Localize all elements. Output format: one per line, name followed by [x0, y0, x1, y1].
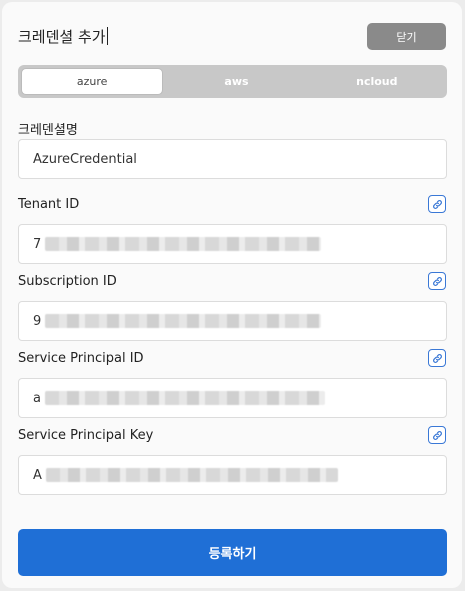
tab-ncloud[interactable]: ncloud [307, 65, 447, 98]
subscription-id-field[interactable]: 9 [18, 301, 447, 341]
page-title-text: 크레덴셜 추가 [18, 28, 106, 46]
tab-azure[interactable]: azure [21, 68, 164, 95]
text-caret [106, 27, 108, 45]
submit-button[interactable]: 등록하기 [18, 529, 447, 576]
tab-aws[interactable]: aws [166, 65, 306, 98]
subscription-id-link-icon[interactable] [428, 272, 446, 290]
subscription-id-label: Subscription ID [18, 274, 117, 289]
service-principal-key-value: A [33, 467, 42, 483]
service-principal-key-link-icon[interactable] [428, 426, 446, 444]
service-principal-key-redacted [45, 468, 338, 482]
credential-name-field[interactable]: AzureCredential [18, 139, 447, 179]
credential-add-panel: 크레덴셜 추가 닫기 azure aws ncloud 크레덴셜명 AzureC… [2, 2, 462, 588]
subscription-id-redacted [45, 314, 322, 328]
tenant-id-field[interactable]: 7 [18, 224, 447, 264]
tenant-id-value: 7 [33, 236, 42, 252]
close-button[interactable]: 닫기 [367, 23, 446, 50]
page-title: 크레덴셜 추가 [18, 26, 108, 47]
service-principal-key-label: Service Principal Key [18, 428, 154, 443]
tenant-id-link-icon[interactable] [428, 195, 446, 213]
service-principal-id-label: Service Principal ID [18, 351, 144, 366]
service-principal-key-field[interactable]: A [18, 455, 447, 495]
service-principal-id-link-icon[interactable] [428, 349, 446, 367]
subscription-id-value: 9 [33, 313, 42, 329]
provider-tabs: azure aws ncloud [18, 65, 447, 98]
credential-name-value: AzureCredential [33, 151, 137, 167]
tenant-id-redacted [45, 237, 322, 251]
service-principal-id-redacted [44, 391, 325, 405]
tenant-id-label: Tenant ID [18, 197, 80, 212]
credential-name-label: 크레덴셜명 [18, 123, 78, 138]
service-principal-id-value: a [33, 390, 41, 406]
service-principal-id-field[interactable]: a [18, 378, 447, 418]
